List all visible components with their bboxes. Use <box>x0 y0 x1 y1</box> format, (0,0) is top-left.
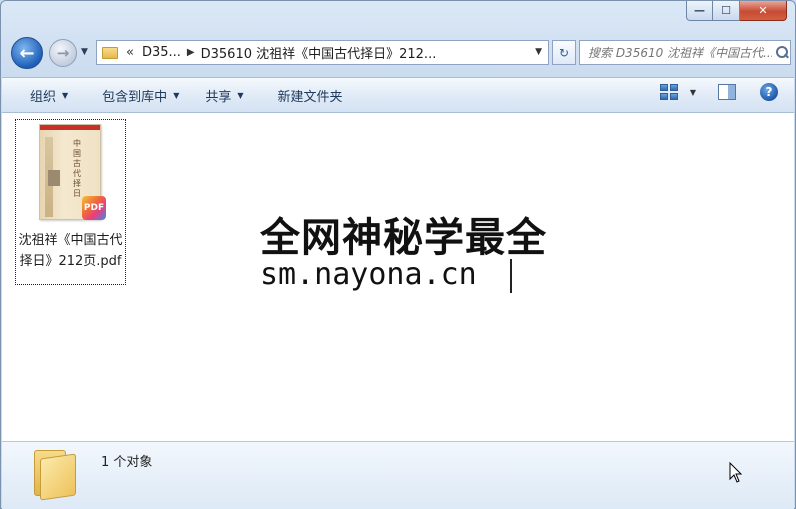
back-arrow-icon: ← <box>19 42 35 64</box>
breadcrumb-current[interactable]: D35610 沈祖祥《中国古代择日》212... <box>201 43 437 62</box>
explorer-window: — ☐ ✕ ← → ▼ « D35... ▶ D35610 沈祖祥《中国古代择日… <box>0 0 796 509</box>
minimize-button[interactable]: — <box>686 1 713 21</box>
back-button[interactable]: ← <box>11 37 43 69</box>
close-button[interactable]: ✕ <box>740 1 787 21</box>
share-menu[interactable]: 共享 ▼ <box>195 82 253 108</box>
watermark-url: sm.nayona.cn <box>260 257 477 292</box>
view-controls: ▼ ? <box>659 83 778 101</box>
breadcrumb-overflow[interactable]: « <box>126 45 134 60</box>
command-bar: 组织 ▼ 包含到库中 ▼ 共享 ▼ 新建文件夹 ▼ ? <box>2 77 794 113</box>
include-in-library-menu[interactable]: 包含到库中 ▼ <box>92 82 189 108</box>
chevron-down-icon: ▼ <box>237 90 244 100</box>
navigation-bar: ← → ▼ « D35... ▶ D35610 沈祖祥《中国古代择日》212..… <box>11 37 791 69</box>
refresh-icon: ↻ <box>558 45 570 60</box>
folder-icon <box>34 450 80 501</box>
address-dropdown-icon[interactable]: ▼ <box>535 47 542 57</box>
refresh-button[interactable]: ↻ <box>552 40 576 65</box>
search-input[interactable] <box>588 45 773 60</box>
help-icon[interactable]: ? <box>760 83 778 101</box>
preview-pane-icon[interactable] <box>718 84 736 100</box>
watermark-title: 全网神秘学最全 <box>260 215 547 261</box>
caption-buttons: — ☐ ✕ <box>686 1 787 21</box>
item-count: 1 个对象 <box>101 455 153 470</box>
file-name[interactable]: 沈祖祥《中国古代择日》212页.pdf <box>16 230 125 272</box>
search-box[interactable] <box>579 40 791 65</box>
folder-icon <box>102 46 118 59</box>
text-cursor <box>510 259 512 293</box>
file-list[interactable]: 中国古代择日 PDF 沈祖祥《中国古代择日》212页.pdf 全网神秘学最全 s… <box>2 113 794 441</box>
maximize-button[interactable]: ☐ <box>713 1 740 21</box>
include-in-library-label: 包含到库中 <box>102 89 168 105</box>
chevron-down-icon: ▼ <box>173 90 180 100</box>
new-folder-label: 新建文件夹 <box>277 89 343 105</box>
search-icon[interactable] <box>774 45 790 61</box>
breadcrumb-separator-icon[interactable]: ▶ <box>187 47 195 58</box>
organize-label: 组织 <box>30 89 57 105</box>
address-bar[interactable]: « D35... ▶ D35610 沈祖祥《中国古代择日》212... ▼ <box>96 40 549 65</box>
file-item[interactable]: 中国古代择日 PDF 沈祖祥《中国古代择日》212页.pdf <box>15 119 126 285</box>
forward-arrow-icon: → <box>56 44 70 62</box>
details-pane: 1 个对象 <box>2 441 794 509</box>
change-view-icon[interactable] <box>659 84 678 100</box>
organize-menu[interactable]: 组织 ▼ <box>20 82 78 108</box>
new-folder-button[interactable]: 新建文件夹 <box>268 82 353 108</box>
thumbnail-title: 中国古代择日 <box>73 139 81 198</box>
chevron-down-icon: ▼ <box>62 90 69 100</box>
forward-button[interactable]: → <box>49 39 77 67</box>
mouse-pointer-icon <box>729 462 743 483</box>
pdf-file-icon: PDF <box>82 196 106 220</box>
view-options-dropdown[interactable]: ▼ <box>690 88 696 97</box>
share-label: 共享 <box>205 89 232 105</box>
breadcrumb-parent[interactable]: D35... <box>142 45 181 60</box>
watermark-overlay: 全网神秘学最全 sm.nayona.cn <box>252 199 552 303</box>
recent-pages-dropdown[interactable]: ▼ <box>81 47 88 57</box>
